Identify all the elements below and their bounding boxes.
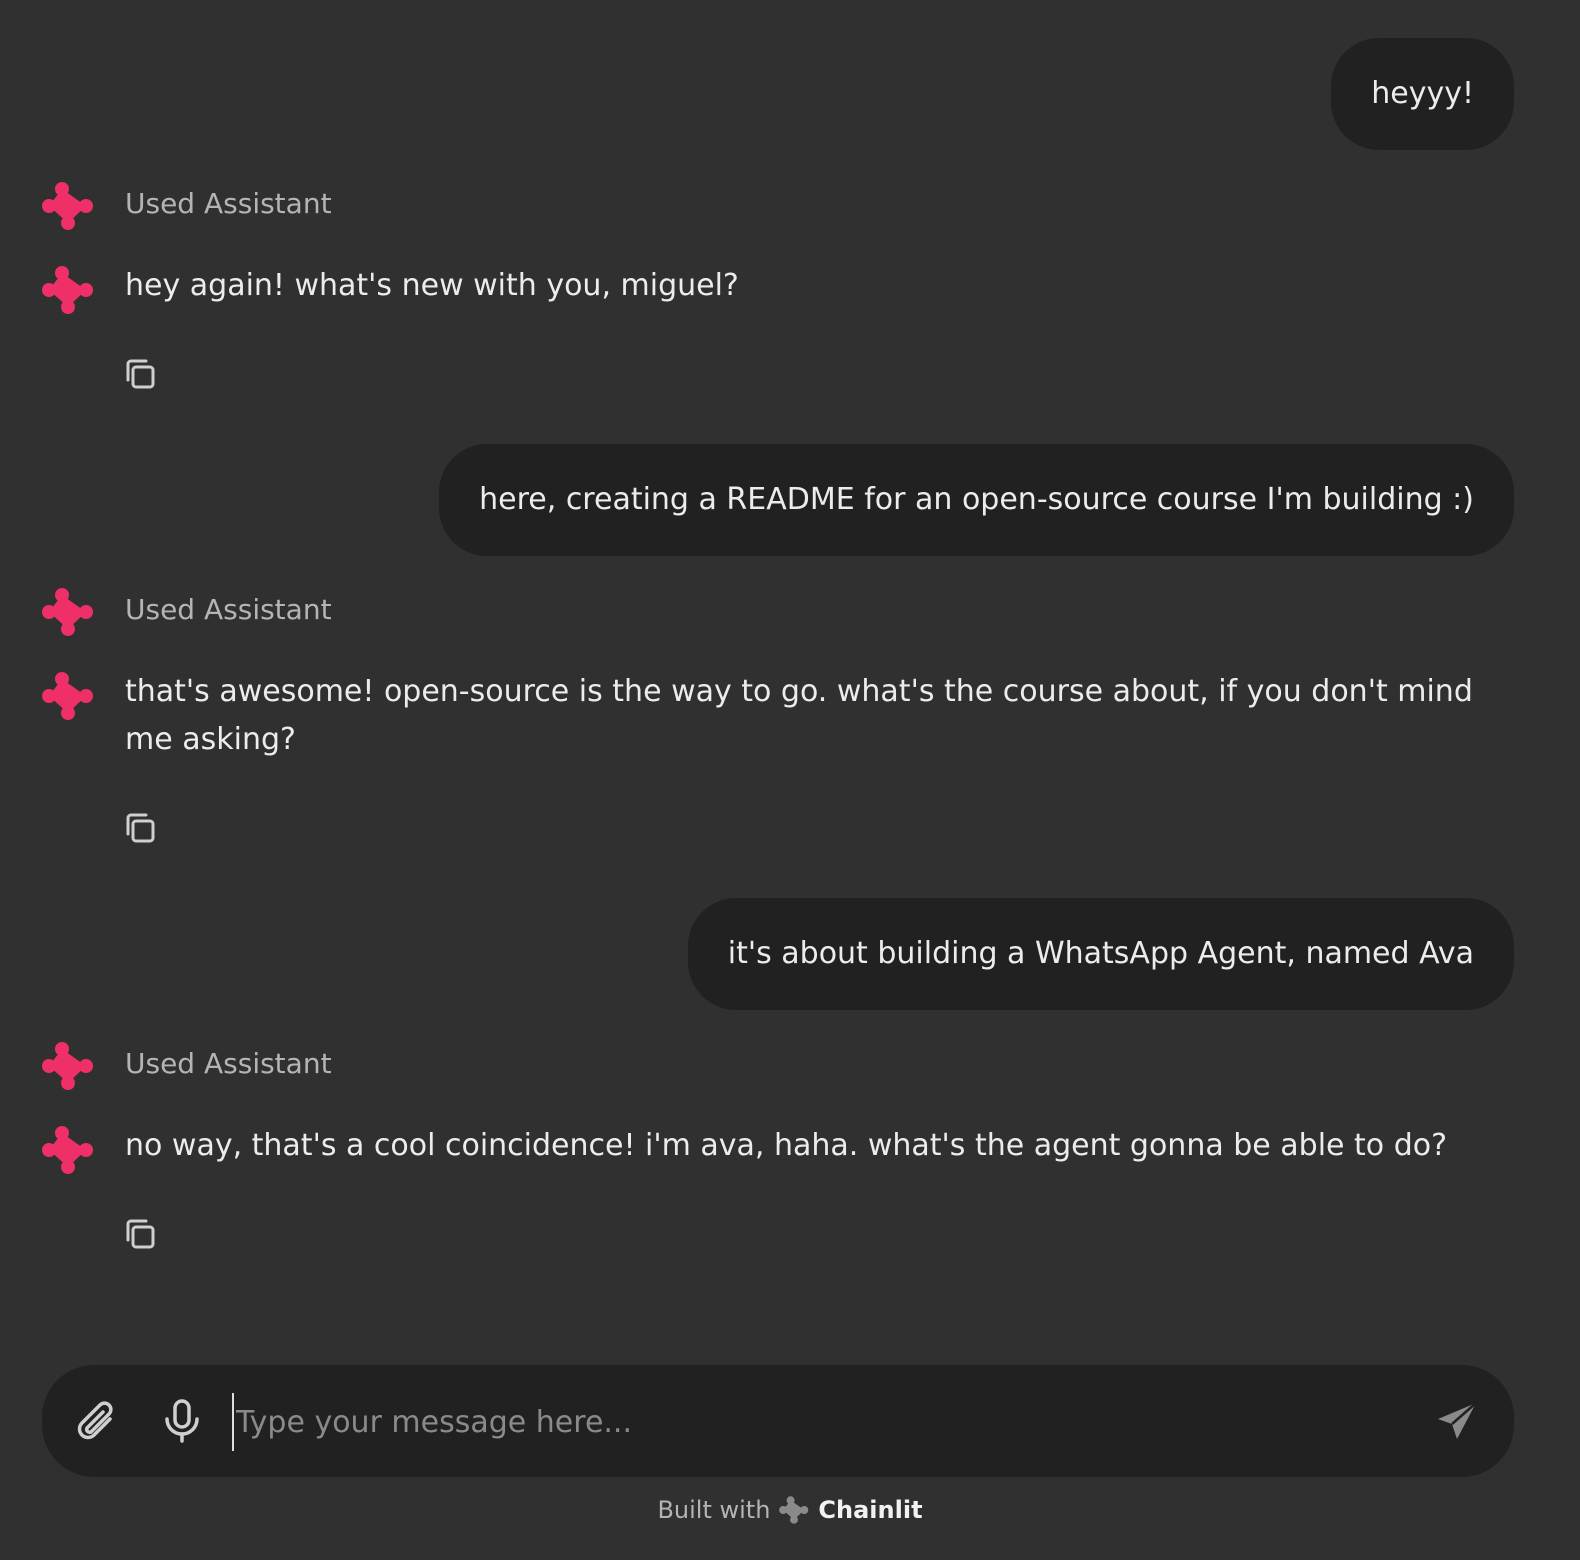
assistant-message-text: that's awesome! open-source is the way t…	[125, 674, 1473, 757]
assistant-message: hey again! what's new with you, miguel?	[40, 262, 1514, 402]
step-label[interactable]: Used Assistant	[125, 184, 332, 224]
step-label[interactable]: Used Assistant	[125, 590, 332, 630]
built-with-label: Built with	[657, 1496, 771, 1524]
paperclip-icon[interactable]	[72, 1395, 124, 1447]
chainlit-logo-icon	[40, 178, 96, 234]
send-icon[interactable]	[1432, 1395, 1484, 1447]
chainlit-logo-icon	[778, 1494, 810, 1526]
user-message-bubble: here, creating a README for an open-sour…	[439, 444, 1514, 556]
assistant-step: Used Assistant	[40, 1038, 1514, 1094]
copy-icon[interactable]	[122, 356, 162, 396]
step-label[interactable]: Used Assistant	[125, 1044, 332, 1084]
message-input[interactable]	[232, 1393, 1398, 1451]
assistant-message-text: no way, that's a cool coincidence! i'm a…	[125, 1128, 1448, 1163]
assistant-message: no way, that's a cool coincidence! i'm a…	[40, 1122, 1514, 1262]
user-message-bubble: heyyy!	[1331, 38, 1514, 150]
chainlit-logo-icon	[40, 262, 96, 318]
copy-icon[interactable]	[122, 1216, 162, 1256]
assistant-message-text: hey again! what's new with you, miguel?	[125, 268, 739, 303]
assistant-message: that's awesome! open-source is the way t…	[40, 668, 1514, 858]
footer: Built with Chainlit	[0, 1490, 1580, 1530]
message-composer	[42, 1365, 1514, 1477]
chainlit-logo-icon	[40, 584, 96, 640]
chainlit-logo-icon	[40, 668, 96, 724]
copy-icon[interactable]	[122, 810, 162, 850]
chainlit-logo-icon	[40, 1122, 96, 1178]
chainlit-logo-icon	[40, 1038, 96, 1094]
user-message-bubble: it's about building a WhatsApp Agent, na…	[687, 898, 1514, 1010]
chainlit-brand-link[interactable]: Chainlit	[818, 1496, 922, 1524]
assistant-step: Used Assistant	[40, 178, 1514, 234]
assistant-step: Used Assistant	[40, 584, 1514, 640]
microphone-icon[interactable]	[156, 1395, 208, 1447]
chat-page: heyyy! Used Assistant hey again! what's …	[0, 0, 1580, 1560]
